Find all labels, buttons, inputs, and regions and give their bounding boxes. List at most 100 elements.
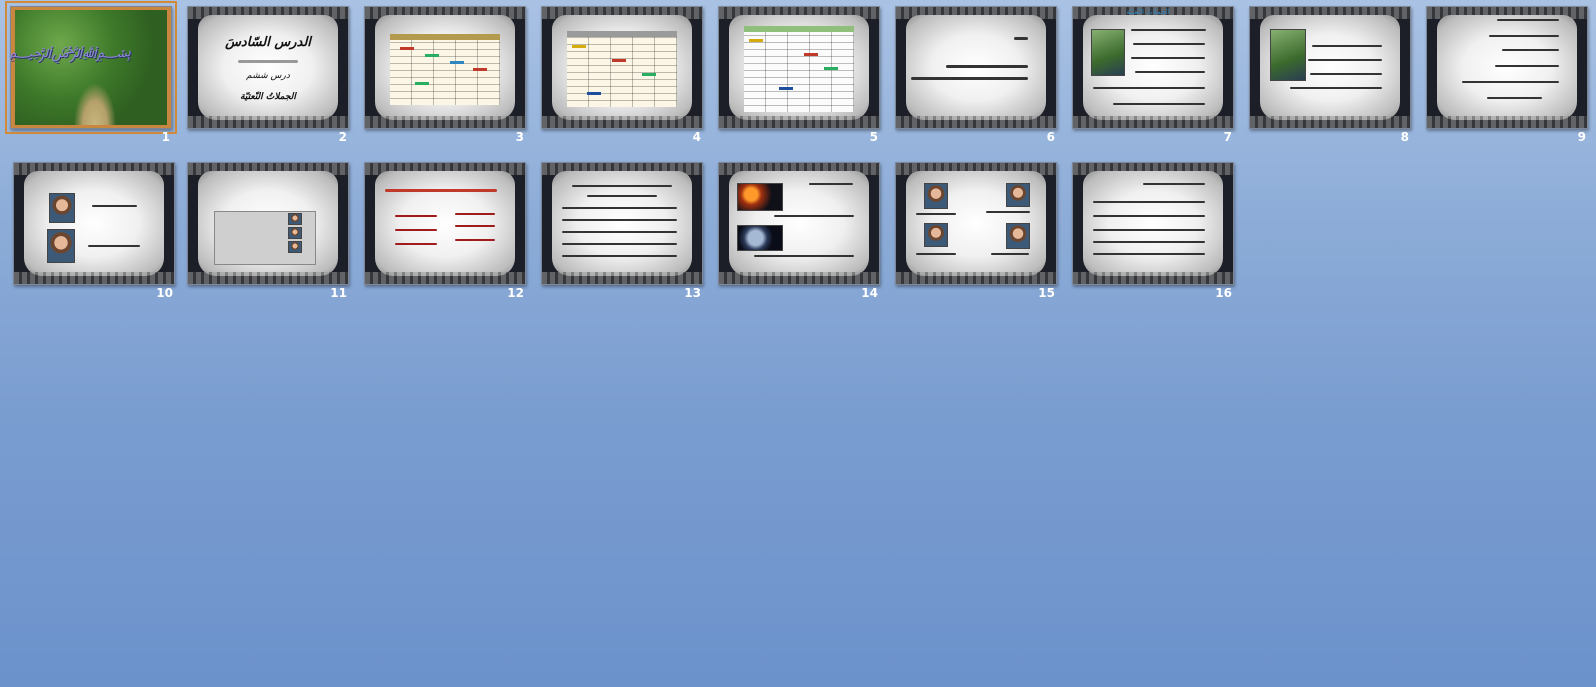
text-line [1312,45,1382,47]
slide-thumbnail-2[interactable]: الدرس السّادسَ درس ششم الجملاتُ النّعتيّ… [187,6,349,146]
slide-thumbnail-15[interactable]: 15 [895,162,1057,302]
text-line [1093,215,1205,217]
frame-border-bottom [188,272,348,284]
table-header-row [744,26,854,32]
frame-border-bottom [1073,116,1233,128]
slide-number: 1 [161,130,170,144]
text-line [587,195,657,197]
slide-preview[interactable] [895,6,1057,129]
slide-thumbnail-8[interactable]: 8 [1249,6,1411,146]
slide-thumbnail-10[interactable]: 10 [13,162,175,302]
text-line [88,245,140,247]
slide-preview[interactable]: الجملاتُ النّعتيّة [1072,6,1234,129]
person-photo [924,223,948,247]
slide-number: 8 [1400,130,1409,144]
slide-preview[interactable] [895,162,1057,285]
text-line [754,255,854,257]
slide-thumbnail-9[interactable]: 9 [1426,6,1588,146]
divider [238,60,298,63]
frame-border-bottom [542,116,702,128]
slide-thumbnail-11[interactable]: 11 [187,162,349,302]
person-photo [49,193,75,223]
text-line [1290,87,1382,89]
text-line [911,77,1028,80]
table-text-mark [779,87,793,90]
text-line [572,185,672,187]
text-line [1093,253,1205,255]
slide-thumbnail-3[interactable]: 3 [364,6,526,146]
slide-paper [375,171,515,276]
slide-preview[interactable] [1426,6,1588,129]
text-line [1131,29,1206,31]
table-text-mark [572,45,586,48]
text-line [1143,183,1205,185]
slide-number: 4 [692,130,701,144]
slide-number: 10 [156,286,173,300]
text-line [395,215,437,217]
table-text-mark [473,68,487,71]
slide-header: الجملاتُ النّعتيّة [1126,8,1170,16]
text-line [1502,49,1559,51]
slide-thumbnail-14[interactable]: 14 [718,162,880,302]
frame-border-bottom [14,272,174,284]
slide-number: 14 [861,286,878,300]
slide-paper [198,15,338,120]
text-line [455,213,495,215]
text-line [1093,201,1205,203]
table-text-mark [612,59,626,62]
slide-paper [1083,171,1223,276]
text-line [809,183,853,185]
calligraphy-bismillah: ﷽ [10,42,131,61]
table-text-mark [804,53,818,56]
text-line [1093,87,1205,89]
slide-preview[interactable] [541,162,703,285]
slide-title: الدرس السّادسَ [225,35,311,50]
slide-thumbnail-6[interactable]: 6 [895,6,1057,146]
slide-thumbnail-4[interactable]: 4 [541,6,703,146]
frame-border-bottom [365,272,525,284]
text-line [1310,73,1382,75]
slide-thumbnail-12[interactable]: 12 [364,162,526,302]
table-text-mark [749,39,763,42]
table-text-mark [400,47,414,50]
slide-preview[interactable] [1249,6,1411,129]
text-line [1133,43,1205,45]
slide-thumbnail-13[interactable]: 13 [541,162,703,302]
slide-preview[interactable]: الدرس السّادسَ درس ششم الجملاتُ النّعتيّ… [187,6,349,129]
slide-thumbnail-16[interactable]: 16 [1072,162,1234,302]
slide-thumbnail-5[interactable]: 5 [718,6,880,146]
slide-preview[interactable] [364,162,526,285]
slide-thumbnail-7[interactable]: الجملاتُ النّعتيّة 7 [1072,6,1234,146]
text-line [986,211,1030,213]
text-line [562,243,677,245]
slide-sorter-view: ﷽ 1 الدرس السّادسَ درس ششم الجملاتُ النّ… [0,0,1596,687]
text-line [1495,65,1559,67]
slide-preview[interactable] [718,162,880,285]
table-text-mark [587,92,601,95]
frame-border-bottom [1427,116,1587,128]
text-line [1489,35,1559,37]
slide-preview[interactable]: ﷽ [5,1,177,134]
slide-preview[interactable] [718,6,880,129]
slide-preview[interactable] [364,6,526,129]
slide-subtitle: درس ششم [246,71,290,81]
slide-preview[interactable] [541,6,703,129]
text-line [1014,37,1028,40]
person-photo [1006,223,1030,249]
text-line [562,207,677,209]
slide-preview[interactable] [187,162,349,285]
slide-preview[interactable] [13,162,175,285]
table-text-mark [824,67,838,70]
slide-number: 2 [338,130,347,144]
slide-thumbnail-1[interactable]: ﷽ 1 [5,1,177,146]
text-line [455,239,495,241]
text-line [991,253,1029,255]
table-text-mark [425,54,439,57]
frame-border-bottom [719,272,879,284]
frame-border-bottom [896,116,1056,128]
slide-preview[interactable] [1072,162,1234,285]
text-line [455,225,495,227]
frame-border-bottom [1073,272,1233,284]
person-photo [47,229,75,263]
text-line [562,255,677,257]
